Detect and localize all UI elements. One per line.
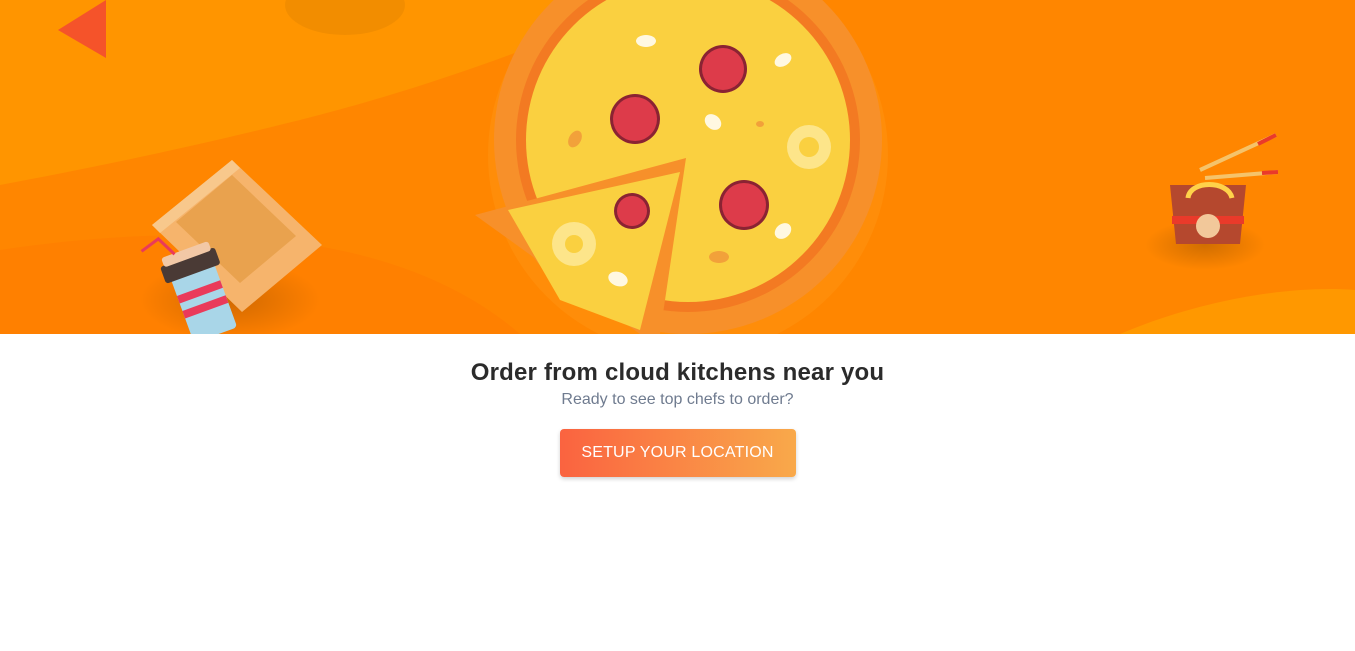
hero-banner [0,0,1355,334]
page-subtitle: Ready to see top chefs to order? [561,391,794,408]
pizza-icon [475,0,888,334]
main-content: Order from cloud kitchens near you Ready… [0,334,1355,477]
food-delivery-illustration [0,0,1355,334]
page-title: Order from cloud kitchens near you [470,359,885,386]
setup-location-button[interactable]: SETUP YOUR LOCATION [559,429,796,477]
